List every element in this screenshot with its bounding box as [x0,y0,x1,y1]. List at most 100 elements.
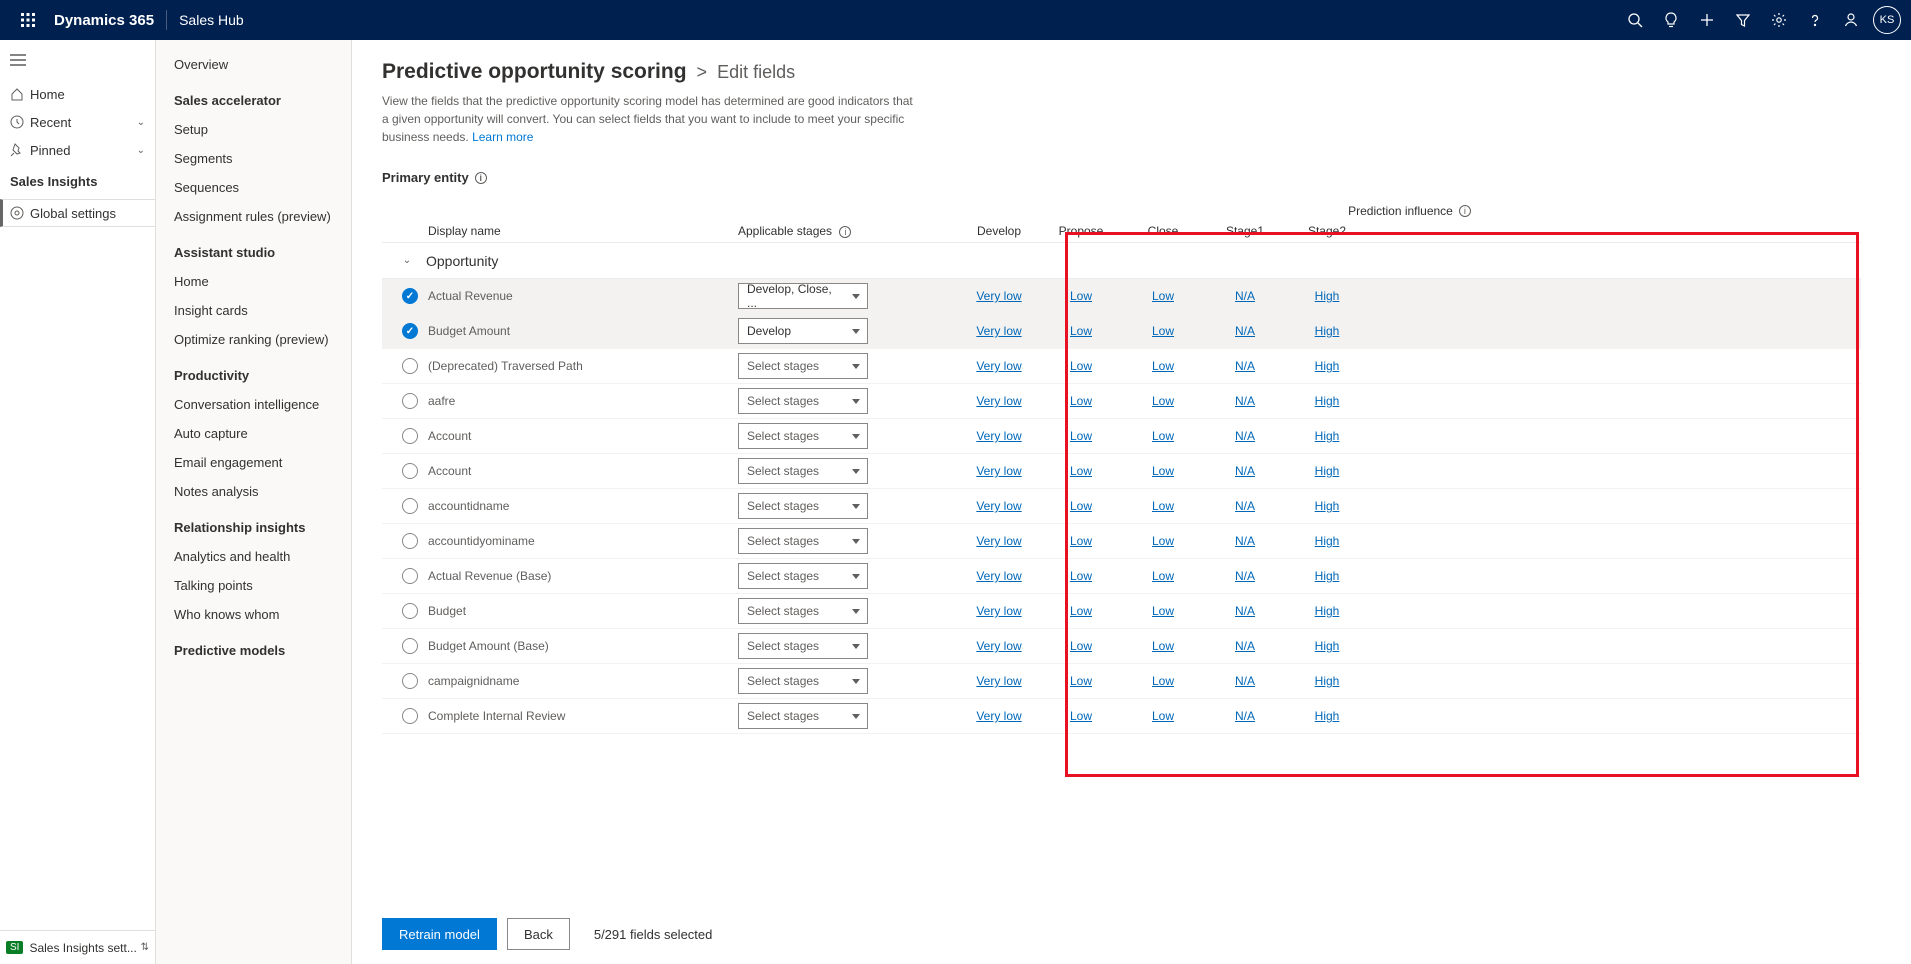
influence-link[interactable]: Very low [976,674,1021,688]
influence-link[interactable]: N/A [1235,709,1255,723]
influence-link[interactable]: N/A [1235,604,1255,618]
influence-link[interactable]: N/A [1235,324,1255,338]
nav-pinned[interactable]: Pinned ⌄ [0,136,155,164]
info-icon[interactable]: i [475,172,487,184]
influence-link[interactable]: Very low [976,639,1021,653]
row-selector[interactable] [402,568,418,584]
influence-link[interactable]: Very low [976,569,1021,583]
settings-nav-item[interactable]: Segments [156,144,351,173]
influence-link[interactable]: N/A [1235,534,1255,548]
plus-icon[interactable] [1689,0,1725,40]
influence-link[interactable]: Very low [976,394,1021,408]
influence-link[interactable]: High [1315,429,1340,443]
settings-nav-item[interactable]: Assignment rules (preview) [156,202,351,231]
settings-nav-item[interactable]: Insight cards [156,296,351,325]
influence-link[interactable]: Low [1070,324,1092,338]
influence-link[interactable]: N/A [1235,289,1255,303]
influence-link[interactable]: Low [1152,534,1174,548]
stages-dropdown[interactable]: Select stages [738,703,868,729]
settings-nav-item[interactable]: Overview [156,50,351,79]
influence-link[interactable]: High [1315,534,1340,548]
settings-nav-item[interactable]: Notes analysis [156,477,351,506]
stages-dropdown[interactable]: Select stages [738,353,868,379]
entity-group-row[interactable]: ⌄ Opportunity [382,243,1861,279]
info-icon[interactable]: i [1459,205,1471,217]
influence-link[interactable]: High [1315,394,1340,408]
row-selector[interactable] [402,358,418,374]
stages-dropdown[interactable]: Select stages [738,563,868,589]
influence-link[interactable]: N/A [1235,674,1255,688]
influence-link[interactable]: High [1315,639,1340,653]
app-launcher-icon[interactable] [10,0,46,40]
gear-icon[interactable] [1761,0,1797,40]
influence-link[interactable]: High [1315,359,1340,373]
user-avatar[interactable]: KS [1873,6,1901,34]
settings-nav-item[interactable]: Email engagement [156,448,351,477]
influence-link[interactable]: Very low [976,464,1021,478]
influence-link[interactable]: Low [1152,324,1174,338]
influence-link[interactable]: Low [1152,639,1174,653]
row-selector[interactable] [402,323,418,339]
breadcrumb-root[interactable]: Predictive opportunity scoring [382,60,687,84]
row-selector[interactable] [402,498,418,514]
influence-link[interactable]: Very low [976,499,1021,513]
nav-home[interactable]: Home [0,80,155,108]
influence-link[interactable]: Low [1070,359,1092,373]
influence-link[interactable]: Very low [976,709,1021,723]
settings-nav-item[interactable]: Auto capture [156,419,351,448]
influence-link[interactable]: N/A [1235,429,1255,443]
influence-link[interactable]: High [1315,674,1340,688]
settings-nav-item[interactable]: Who knows whom [156,600,351,629]
stages-dropdown[interactable]: Select stages [738,423,868,449]
settings-nav-item[interactable]: Talking points [156,571,351,600]
nav-recent[interactable]: Recent ⌄ [0,108,155,136]
hamburger-icon[interactable] [0,40,155,80]
influence-link[interactable]: Very low [976,359,1021,373]
row-selector[interactable] [402,603,418,619]
influence-link[interactable]: N/A [1235,639,1255,653]
settings-nav-item[interactable]: Conversation intelligence [156,390,351,419]
help-icon[interactable] [1797,0,1833,40]
settings-nav-item[interactable]: Analytics and health [156,542,351,571]
influence-link[interactable]: N/A [1235,569,1255,583]
influence-link[interactable]: Low [1070,604,1092,618]
influence-link[interactable]: Low [1152,674,1174,688]
influence-link[interactable]: Low [1070,569,1092,583]
influence-link[interactable]: N/A [1235,464,1255,478]
influence-link[interactable]: Very low [976,324,1021,338]
stages-dropdown[interactable]: Select stages [738,598,868,624]
influence-link[interactable]: Low [1070,464,1092,478]
settings-nav-item[interactable]: Home [156,267,351,296]
influence-link[interactable]: N/A [1235,359,1255,373]
influence-link[interactable]: Low [1152,569,1174,583]
row-selector[interactable] [402,288,418,304]
stages-dropdown[interactable]: Develop, Close, ... [738,283,868,309]
influence-link[interactable]: Low [1152,289,1174,303]
influence-link[interactable]: High [1315,289,1340,303]
influence-link[interactable]: Low [1152,604,1174,618]
influence-link[interactable]: Low [1070,394,1092,408]
influence-link[interactable]: Very low [976,289,1021,303]
influence-link[interactable]: N/A [1235,499,1255,513]
influence-link[interactable]: Low [1152,464,1174,478]
influence-link[interactable]: Very low [976,429,1021,443]
row-selector[interactable] [402,673,418,689]
back-button[interactable]: Back [507,918,570,950]
influence-link[interactable]: Very low [976,604,1021,618]
info-icon[interactable]: i [839,226,851,238]
settings-nav-item[interactable]: Setup [156,115,351,144]
row-selector[interactable] [402,393,418,409]
influence-link[interactable]: Low [1070,639,1092,653]
search-icon[interactable] [1617,0,1653,40]
lightbulb-icon[interactable] [1653,0,1689,40]
influence-link[interactable]: High [1315,324,1340,338]
row-selector[interactable] [402,463,418,479]
influence-link[interactable]: High [1315,464,1340,478]
influence-link[interactable]: Low [1152,394,1174,408]
influence-link[interactable]: High [1315,709,1340,723]
influence-link[interactable]: Low [1152,429,1174,443]
influence-link[interactable]: Low [1070,674,1092,688]
influence-link[interactable]: Low [1152,359,1174,373]
influence-link[interactable]: Low [1070,534,1092,548]
settings-nav-item[interactable]: Optimize ranking (preview) [156,325,351,354]
